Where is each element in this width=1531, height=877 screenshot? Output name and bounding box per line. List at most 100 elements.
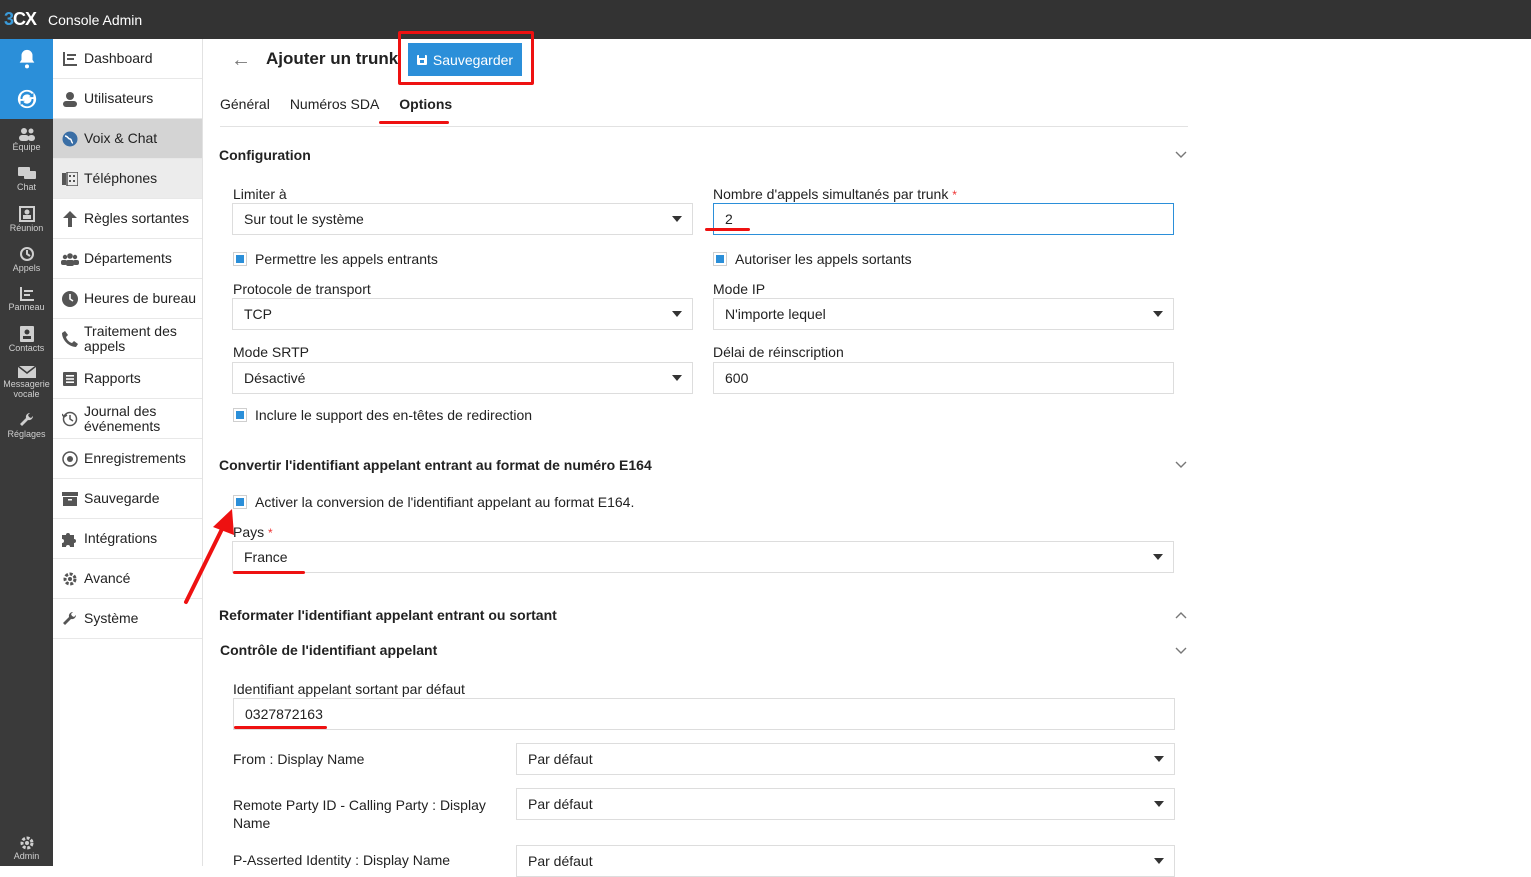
sidebar-item-label: Règles sortantes [84,210,190,226]
ipmode-select[interactable]: N'importe lequel [713,298,1174,330]
sidebar-item-traitement-des-appels[interactable]: Traitement des appels [53,319,202,359]
rail-meeting[interactable]: Réunion [0,199,53,239]
sidebar-item-journal-des-v-nements[interactable]: Journal des événements [53,399,202,439]
sidebar-item-rapports[interactable]: Rapports [53,359,202,399]
sidebar-item-d-partements[interactable]: Départements [53,239,202,279]
globe-icon [61,130,79,148]
brand: 3CX Console Admin [4,9,142,30]
history-icon [61,410,79,428]
ipmode-label: Mode IP [713,281,766,297]
sidebar-item-label: Utilisateurs [84,90,154,106]
default-callerid-label: Identifiant appelant sortant par défaut [233,681,465,697]
history-icon [19,246,34,261]
sidebar-item-label: Départements [84,250,172,266]
rail-contacts[interactable]: Contacts [0,319,53,359]
pai-display-name-select[interactable]: Par défaut [516,845,1175,877]
section-e164-title: Convertir l'identifiant appelant entrant… [219,457,652,473]
rail-voicemail[interactable]: Messagerie vocale [0,359,53,405]
wrench-icon [19,412,33,426]
arrow-up-icon [61,210,79,228]
tab-general[interactable]: Général [220,96,270,126]
sidebar-item-label: Rapports [84,370,141,386]
srtp-select[interactable]: Désactivé [232,362,693,394]
top-bar: 3CX Console Admin [0,0,1531,39]
from-display-name-label: From : Display Name [233,751,365,767]
rail-calls[interactable]: Appels [0,239,53,279]
report-icon [61,370,79,388]
annotation-box [398,31,534,85]
allow-incoming-checkbox[interactable]: Permettre les appels entrants [233,251,438,267]
sidebar-item-label: Dashboard [84,50,153,66]
e164-enable-checkbox[interactable]: Activer la conversion de l'identifiant a… [233,494,634,510]
team-icon [18,127,35,141]
sidebar-item-heures-de-bureau[interactable]: Heures de bureau [53,279,202,319]
page-title: Ajouter un trunk [266,49,399,68]
rail-highlight [0,39,53,119]
sidebar-item-r-gles-sortantes[interactable]: Règles sortantes [53,199,202,239]
chevron-down-icon[interactable] [1175,461,1187,469]
rail-chat[interactable]: Chat [0,159,53,199]
rail-team[interactable]: Équipe [0,119,53,159]
main-content: ← Ajouter un trunk Sauvegarder Général N… [203,31,1531,877]
rail-admin[interactable]: Admin [0,830,53,866]
app-title: Console Admin [48,11,143,28]
section-configuration-title: Configuration [219,147,311,163]
section-reformat-title: Reformater l'identifiant appelant entran… [219,607,557,623]
simultaneous-calls-input[interactable]: 2 [713,203,1174,235]
logo[interactable]: 3CX [4,9,37,30]
annotation-underline-calls [705,228,750,231]
annotation-underline-callerid [234,726,327,729]
redirect-headers-checkbox[interactable]: Inclure le support des en-têtes de redir… [233,407,532,423]
record-icon [61,450,79,468]
phone-icon [61,330,79,348]
chevron-down-icon[interactable] [1175,151,1187,159]
sidebar-item-enregistrements[interactable]: Enregistrements [53,439,202,479]
group-icon [61,250,79,268]
remote-party-label: Remote Party ID - Calling Party : Displa… [233,797,486,831]
transport-select[interactable]: TCP [232,298,693,330]
rail-settings[interactable]: Réglages [0,405,53,445]
refresh-admin-icon[interactable] [0,79,53,119]
gear-icon [61,570,79,588]
sidebar-item-dashboard[interactable]: Dashboard [53,39,202,79]
user-icon [61,90,79,108]
default-callerid-input[interactable]: 0327872163 [233,698,1175,730]
country-select[interactable]: France [232,541,1174,573]
annotation-underline-country [233,571,305,574]
puzzle-icon [61,530,79,548]
transport-label: Protocole de transport [233,281,371,297]
panel-icon [19,286,34,301]
caret-down-icon [1153,311,1163,317]
mail-icon [17,365,36,378]
back-arrow-icon[interactable]: ← [231,49,251,72]
sidebar-item-t-l-phones[interactable]: Téléphones [53,159,202,199]
sidebar-item-label: Enregistrements [84,450,186,466]
meeting-icon [18,205,35,222]
tab-sda[interactable]: Numéros SDA [290,96,379,126]
sidebar-item-label: Journal des événements [84,402,161,434]
sidebar-item-utilisateurs[interactable]: Utilisateurs [53,79,202,119]
sidebar-item-voix-chat[interactable]: Voix & Chat [53,119,202,159]
caret-down-icon [1154,756,1164,762]
phones-icon [61,170,79,188]
archive-icon [61,490,79,508]
chevron-down-icon[interactable] [1175,647,1187,655]
rail-panel[interactable]: Panneau [0,279,53,319]
sidebar-item-label: Sauvegarde [84,490,160,506]
from-display-name-select[interactable]: Par défaut [516,743,1175,775]
caret-down-icon [1154,858,1164,864]
notifications-bell-icon[interactable] [0,39,53,79]
sidebar-item-label: Avancé [84,570,131,586]
calls-label: Nombre d'appels simultanés par trunk * [713,186,957,202]
section-callerid-title: Contrôle de l'identifiant appelant [220,642,438,658]
sidebar: Dashboard Utilisateurs Voix & Chat Téléphon… [53,39,203,866]
annotation-arrow-icon [184,509,234,604]
chevron-up-icon[interactable] [1175,611,1187,619]
sidebar-item-label: Intégrations [84,530,158,546]
caret-down-icon [1154,801,1164,807]
limit-select[interactable]: Sur tout le système [232,203,693,235]
icon-rail: Équipe Chat Réunion Appels Panneau Conta… [0,39,53,866]
reinscription-input[interactable]: 600 [713,362,1174,394]
allow-outgoing-checkbox[interactable]: Autoriser les appels sortants [713,251,912,267]
remote-party-select[interactable]: Par défaut [516,788,1175,820]
